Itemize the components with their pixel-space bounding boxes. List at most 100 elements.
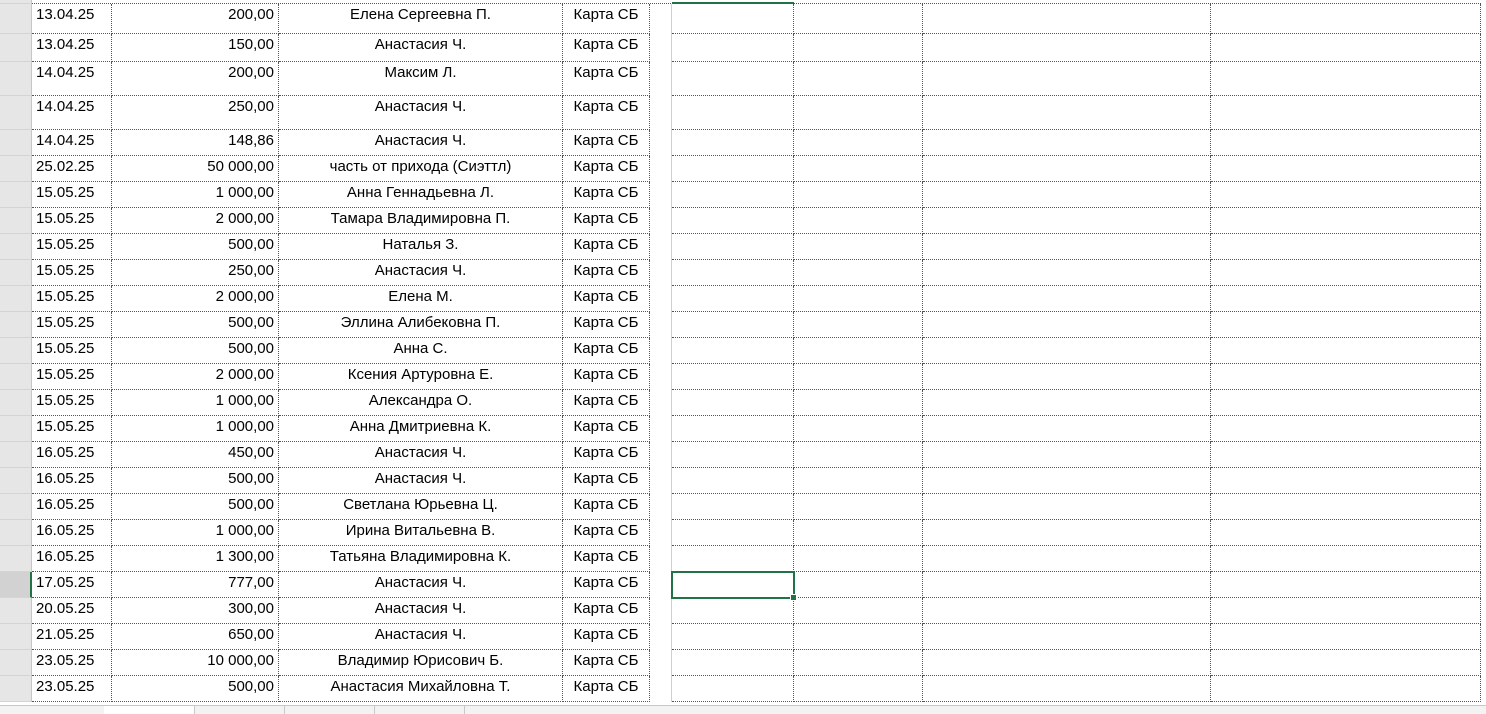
date-cell[interactable]: 16.05.25 [32,442,112,468]
empty-cell[interactable] [672,96,794,130]
empty-cell[interactable] [672,34,794,62]
payer-name-cell[interactable]: Анна Дмитриевна К. [279,416,563,442]
payer-name-cell[interactable]: Тамара Владимировна П. [279,208,563,234]
narrow-column-cell[interactable] [650,520,672,546]
empty-cell[interactable] [794,260,923,286]
date-cell[interactable]: 14.04.25 [32,130,112,156]
empty-cell[interactable] [672,572,794,598]
empty-cell[interactable] [923,286,1211,312]
amount-cell[interactable]: 50 000,00 [112,156,279,182]
date-cell[interactable]: 15.05.25 [32,234,112,260]
empty-cell[interactable] [794,572,923,598]
payer-name-cell[interactable]: Ксения Артуровна Е. [279,364,563,390]
payer-name-cell[interactable]: часть от прихода (Сиэттл) [279,156,563,182]
row-header[interactable] [0,182,32,208]
payer-name-cell[interactable]: Наталья З. [279,234,563,260]
row-header[interactable] [0,338,32,364]
amount-cell[interactable]: 2 000,00 [112,364,279,390]
payment-source-cell[interactable]: Карта СБ [563,494,650,520]
narrow-column-cell[interactable] [650,234,672,260]
row-header[interactable] [0,598,32,624]
empty-cell[interactable] [672,182,794,208]
payer-name-cell[interactable]: Анна С. [279,338,563,364]
amount-cell[interactable]: 1 000,00 [112,416,279,442]
row-header[interactable] [0,624,32,650]
empty-cell[interactable] [672,338,794,364]
narrow-column-cell[interactable] [650,390,672,416]
amount-cell[interactable]: 148,86 [112,130,279,156]
payment-source-cell[interactable]: Карта СБ [563,4,650,34]
empty-cell[interactable] [794,390,923,416]
empty-cell[interactable] [672,546,794,572]
empty-cell[interactable] [923,468,1211,494]
empty-cell[interactable] [794,416,923,442]
narrow-column-cell[interactable] [650,96,672,130]
empty-cell[interactable] [794,338,923,364]
date-cell[interactable]: 15.05.25 [32,182,112,208]
row-header[interactable] [0,676,32,702]
empty-cell[interactable] [1211,312,1481,338]
narrow-column-cell[interactable] [650,598,672,624]
payment-source-cell[interactable]: Карта СБ [563,416,650,442]
narrow-column-cell[interactable] [650,676,672,702]
row-header[interactable] [0,4,32,34]
row-header[interactable] [0,416,32,442]
row-header[interactable] [0,96,32,130]
date-cell[interactable]: 13.04.25 [32,4,112,34]
empty-cell[interactable] [794,286,923,312]
empty-cell[interactable] [923,364,1211,390]
amount-cell[interactable]: 1 000,00 [112,182,279,208]
amount-cell[interactable]: 777,00 [112,572,279,598]
payment-source-cell[interactable]: Карта СБ [563,338,650,364]
payer-name-cell[interactable]: Татьяна Владимировна К. [279,546,563,572]
empty-cell[interactable] [923,520,1211,546]
date-cell[interactable]: 15.05.25 [32,364,112,390]
amount-cell[interactable]: 200,00 [112,4,279,34]
narrow-column-cell[interactable] [650,416,672,442]
date-cell[interactable]: 17.05.25 [32,572,112,598]
payer-name-cell[interactable]: Эллина Алибековна П. [279,312,563,338]
empty-cell[interactable] [672,468,794,494]
empty-cell[interactable] [923,546,1211,572]
payment-source-cell[interactable]: Карта СБ [563,364,650,390]
empty-cell[interactable] [1211,598,1481,624]
row-header[interactable] [0,520,32,546]
empty-cell[interactable] [672,676,794,702]
payment-source-cell[interactable]: Карта СБ [563,260,650,286]
empty-cell[interactable] [672,494,794,520]
row-header[interactable] [0,468,32,494]
amount-cell[interactable]: 2 000,00 [112,208,279,234]
amount-cell[interactable]: 10 000,00 [112,650,279,676]
empty-cell[interactable] [923,572,1211,598]
row-header[interactable] [0,234,32,260]
empty-cell[interactable] [923,338,1211,364]
empty-cell[interactable] [672,442,794,468]
amount-cell[interactable]: 300,00 [112,598,279,624]
payment-source-cell[interactable]: Карта СБ [563,286,650,312]
narrow-column-cell[interactable] [650,182,672,208]
payment-source-cell[interactable]: Карта СБ [563,34,650,62]
empty-cell[interactable] [794,156,923,182]
empty-cell[interactable] [923,676,1211,702]
payer-name-cell[interactable]: Ирина Витальевна В. [279,520,563,546]
payer-name-cell[interactable]: Максим Л. [279,62,563,96]
amount-cell[interactable]: 500,00 [112,676,279,702]
empty-cell[interactable] [1211,96,1481,130]
empty-cell[interactable] [794,34,923,62]
empty-cell[interactable] [794,494,923,520]
date-cell[interactable]: 16.05.25 [32,546,112,572]
row-header[interactable] [0,364,32,390]
payer-name-cell[interactable]: Анастасия Ч. [279,96,563,130]
empty-cell[interactable] [1211,4,1481,34]
empty-cell[interactable] [923,442,1211,468]
amount-cell[interactable]: 1 000,00 [112,390,279,416]
empty-cell[interactable] [1211,650,1481,676]
empty-cell[interactable] [1211,208,1481,234]
empty-cell[interactable] [672,390,794,416]
empty-cell[interactable] [1211,624,1481,650]
narrow-column-cell[interactable] [650,624,672,650]
empty-cell[interactable] [923,4,1211,34]
row-header[interactable] [0,286,32,312]
row-header[interactable] [0,546,32,572]
empty-cell[interactable] [1211,182,1481,208]
